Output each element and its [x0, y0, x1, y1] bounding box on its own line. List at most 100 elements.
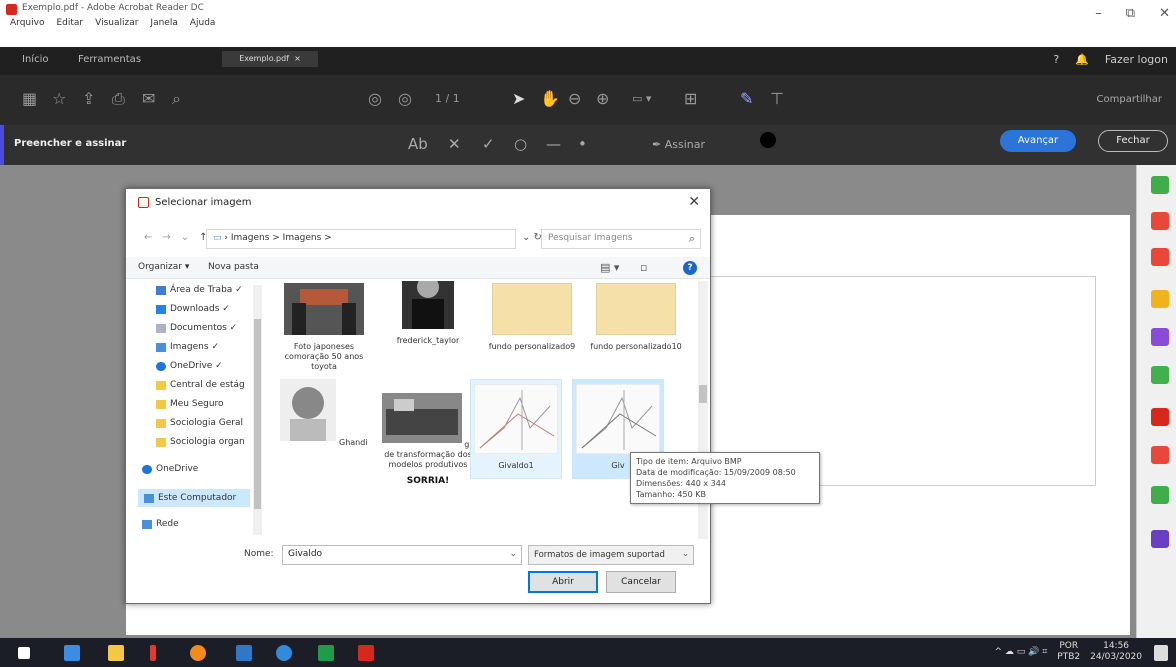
- zoom-select-icon[interactable]: ▭ ▾: [632, 91, 651, 107]
- page-number-icon[interactable]: 1 / 1: [435, 91, 460, 107]
- notifications-icon[interactable]: [1154, 645, 1168, 661]
- acrobat-taskbar-icon[interactable]: [358, 645, 374, 661]
- tab-file[interactable]: Exemplo.pdf ×: [222, 51, 318, 67]
- restore-icon[interactable]: ⧉: [1126, 6, 1135, 21]
- chevron-down-icon[interactable]: ⌄: [509, 549, 517, 559]
- hand-icon[interactable]: ✋: [540, 91, 560, 107]
- file-scroll-thumb[interactable]: [699, 385, 707, 403]
- file-type-select[interactable]: Formatos de imagem suportad ⌄: [528, 545, 694, 565]
- chrome-icon[interactable]: [276, 645, 292, 661]
- tool-pin-icon[interactable]: ⊤: [770, 91, 784, 107]
- select-cursor-icon[interactable]: ➤: [512, 91, 525, 107]
- cancel-button[interactable]: Cancelar: [606, 571, 676, 593]
- fill-sign-icon[interactable]: ✎: [740, 91, 753, 107]
- protect-icon[interactable]: [1151, 446, 1169, 464]
- circle-tool-icon[interactable]: ○: [514, 135, 527, 153]
- minimize-icon[interactable]: –: [1095, 6, 1102, 21]
- organize-pages-icon[interactable]: [1151, 366, 1169, 384]
- fit-page-icon[interactable]: ⊞: [684, 91, 697, 107]
- line-tool-icon[interactable]: —: [546, 135, 561, 153]
- send-sign-icon[interactable]: [1151, 408, 1169, 426]
- more-tools-icon[interactable]: [1151, 486, 1169, 504]
- tray-icons[interactable]: ^ ☁ ▭ 🔊 ⌗: [995, 647, 1048, 657]
- nav-item-documents[interactable]: Documentos ✓: [156, 323, 237, 333]
- nav-item-onedrive[interactable]: OneDrive: [142, 464, 198, 474]
- create-pdf-icon[interactable]: [1151, 212, 1169, 230]
- check-mark-icon[interactable]: ✓: [482, 135, 495, 153]
- tray-lang[interactable]: POR PTB2: [1057, 641, 1080, 663]
- comment-icon[interactable]: [1151, 290, 1169, 308]
- new-folder-button[interactable]: Nova pasta: [208, 262, 259, 272]
- dot-tool-icon[interactable]: •: [578, 135, 587, 153]
- nav-item-sociologia-geral[interactable]: Sociologia Geral: [156, 418, 243, 428]
- file-explorer-icon[interactable]: [108, 645, 124, 661]
- email-icon[interactable]: ✉: [142, 91, 155, 107]
- file-item-givaldo1[interactable]: Givaldo1: [470, 379, 562, 479]
- close-icon[interactable]: ✕: [1159, 6, 1170, 21]
- excel-icon[interactable]: [318, 645, 334, 661]
- search-input[interactable]: Pesquisar Imagens ⌕: [541, 229, 701, 249]
- edge-icon[interactable]: [64, 645, 80, 661]
- menu-ajuda[interactable]: Ajuda: [190, 18, 216, 28]
- nav-item-this-pc[interactable]: Este Computador: [138, 489, 250, 507]
- next-page-icon[interactable]: ◎: [398, 91, 412, 107]
- nav-item-desktop[interactable]: Área de Traba ✓: [156, 285, 243, 295]
- menu-visualizar[interactable]: Visualizar: [95, 18, 138, 28]
- share-label[interactable]: Compartilhar: [1097, 94, 1162, 105]
- advance-button[interactable]: Avançar: [1000, 130, 1076, 152]
- combine-icon[interactable]: [1151, 328, 1169, 346]
- color-picker-icon[interactable]: [760, 132, 776, 148]
- create-icon[interactable]: ▦: [22, 91, 37, 107]
- menu-janela[interactable]: Janela: [150, 18, 177, 28]
- organize-button[interactable]: Organizar ▾: [138, 262, 189, 272]
- nav-item-central-estagio[interactable]: Central de estág: [156, 380, 245, 390]
- file-item[interactable]: Foto japoneses comoração 50 anos toyota: [276, 283, 372, 372]
- tab-home[interactable]: Início: [22, 54, 48, 65]
- prev-page-icon[interactable]: ◎: [368, 91, 382, 107]
- upload-icon[interactable]: ⇪: [82, 91, 95, 107]
- nav-item-meu-seguro[interactable]: Meu Seguro: [156, 399, 224, 409]
- firefox-icon[interactable]: [190, 645, 206, 661]
- back-arrow-icon[interactable]: ←: [144, 232, 152, 243]
- preview-pane-icon[interactable]: ▫: [640, 261, 647, 274]
- view-mode-icon[interactable]: ▤ ▾: [600, 261, 619, 274]
- search-icon[interactable]: ⌕: [172, 91, 181, 107]
- refresh-icon[interactable]: ⌄ ↻: [522, 232, 542, 243]
- forward-arrow-icon[interactable]: →: [162, 232, 170, 243]
- dialog-close-icon[interactable]: ✕: [688, 194, 700, 210]
- recent-chevron-icon[interactable]: ⌄: [181, 232, 189, 243]
- help-icon[interactable]: ?: [1053, 53, 1059, 66]
- tab-tools[interactable]: Ferramentas: [78, 54, 141, 65]
- file-item[interactable]: fundo personalizado10: [588, 282, 684, 352]
- nav-item-sociologia-organ[interactable]: Sociologia organ: [156, 437, 245, 447]
- print-icon[interactable]: ⎙: [112, 91, 125, 107]
- text-tool-icon[interactable]: Ab: [408, 135, 428, 153]
- login-link[interactable]: Fazer logon: [1105, 53, 1168, 66]
- file-item[interactable]: frederick_taylor: [380, 281, 476, 346]
- nav-item-onedrive-pinned[interactable]: OneDrive ✓: [156, 361, 223, 371]
- tab-close-icon[interactable]: ×: [294, 54, 301, 63]
- help-button-icon[interactable]: ?: [683, 261, 697, 275]
- sign-button[interactable]: ✒ Assinar: [652, 138, 705, 151]
- nav-scroll-thumb[interactable]: [254, 319, 261, 509]
- path-breadcrumb[interactable]: ▭ › Imagens > Imagens >: [206, 229, 516, 249]
- nav-item-downloads[interactable]: Downloads ✓: [156, 304, 230, 314]
- bell-icon[interactable]: 🔔: [1075, 53, 1089, 66]
- file-item[interactable]: Ghandi: [276, 379, 372, 448]
- bookmark-star-icon[interactable]: ☆: [52, 91, 66, 107]
- menu-arquivo[interactable]: Arquivo: [10, 18, 44, 28]
- fill-sign-tool-icon[interactable]: [1151, 530, 1169, 548]
- filename-input[interactable]: Givaldo ⌄: [282, 545, 522, 565]
- menu-editar[interactable]: Editar: [56, 18, 83, 28]
- export-pdf-icon[interactable]: [1151, 176, 1169, 194]
- windows-start-icon[interactable]: [18, 647, 30, 659]
- tray-clock[interactable]: 14:56 24/03/2020: [1090, 641, 1142, 663]
- edit-pdf-icon[interactable]: [1151, 248, 1169, 266]
- close-fill-sign-button[interactable]: Fechar: [1098, 130, 1168, 152]
- nav-item-images[interactable]: Imagens ✓: [156, 342, 219, 352]
- zoom-in-icon[interactable]: ⊕: [596, 91, 609, 107]
- open-button[interactable]: Abrir: [528, 571, 598, 593]
- file-item[interactable]: fundo personalizado9: [484, 282, 580, 352]
- cross-mark-icon[interactable]: ✕: [448, 135, 461, 153]
- nav-item-network[interactable]: Rede: [142, 519, 179, 529]
